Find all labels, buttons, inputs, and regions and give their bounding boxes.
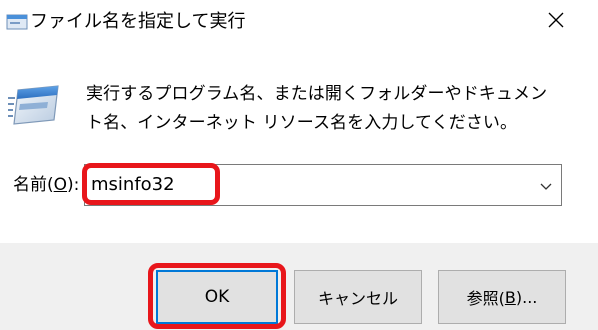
chevron-down-icon[interactable] [539,178,553,192]
instruction-text: 実行するプログラム名、または開くフォルダーやドキュメント名、インターネット リソ… [86,84,548,133]
window-title: ファイル名を指定して実行 [30,11,246,32]
browse-button[interactable]: 参照(B)... [438,270,566,324]
browse-label-mnemonic: B [504,287,516,307]
name-label-prefix: 名前( [13,175,54,195]
cancel-button[interactable]: キャンセル [294,270,422,324]
close-button[interactable] [536,6,576,38]
close-icon [547,11,565,33]
name-label: 名前(O): [13,173,79,197]
name-label-suffix: ): [67,175,80,195]
command-input[interactable]: msinfo32 [91,165,175,205]
run-dialog-icon [6,12,28,32]
ok-button[interactable]: OK [156,270,278,324]
command-combobox[interactable]: msinfo32 [84,164,562,206]
run-window-icon [8,84,64,128]
browse-label-suffix: )... [515,287,538,307]
title-bar: ファイル名を指定して実行 [0,0,598,44]
run-dialog: ファイル名を指定して実行 実行するプログラム名、または開くフォルダーやドキュメン… [0,0,598,330]
browse-label-prefix: 参照( [466,289,505,308]
name-label-mnemonic: O [53,175,68,195]
